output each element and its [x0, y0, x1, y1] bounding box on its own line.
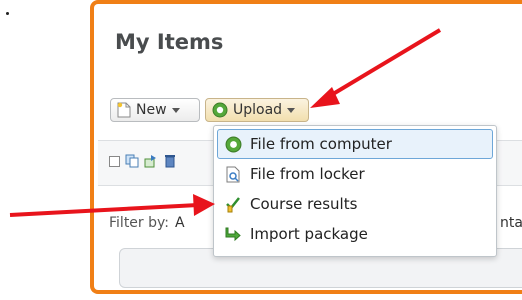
upload-button[interactable]: Upload	[205, 98, 309, 122]
page-title: My Items	[115, 30, 224, 54]
upload-button-label: Upload	[233, 102, 283, 118]
menu-item-file-from-computer[interactable]: File from computer	[217, 129, 493, 159]
partial-column-text: nta	[500, 215, 522, 231]
green-up-circle-icon	[224, 135, 242, 153]
move-icon[interactable]	[144, 154, 158, 168]
bulk-actions	[109, 154, 177, 168]
select-all-checkbox[interactable]	[109, 155, 120, 167]
menu-item-label: File from locker	[250, 165, 365, 183]
chevron-down-icon	[287, 108, 296, 113]
menu-item-label: File from computer	[250, 135, 392, 153]
filter-value[interactable]: A	[175, 215, 185, 231]
upload-dropdown-menu: File from computer File from locker Cour…	[213, 125, 497, 257]
menu-item-file-from-locker[interactable]: File from locker	[217, 159, 493, 189]
bullet-dot	[6, 12, 9, 15]
green-import-arrow-icon	[224, 225, 242, 243]
chevron-down-icon	[171, 108, 180, 113]
trash-icon[interactable]	[163, 154, 177, 168]
filter-bar: Filter by: A	[109, 215, 185, 231]
filter-label: Filter by:	[109, 215, 169, 231]
copy-icon[interactable]	[125, 154, 139, 168]
menu-item-label: Import package	[250, 225, 368, 243]
new-document-icon	[117, 102, 131, 118]
green-up-circle-icon	[212, 102, 228, 118]
new-button[interactable]: New	[110, 98, 200, 122]
new-button-label: New	[136, 102, 167, 118]
menu-item-import-package[interactable]: Import package	[217, 219, 493, 249]
locker-document-icon	[224, 165, 242, 183]
checklist-pencil-icon	[224, 195, 242, 213]
menu-item-label: Course results	[250, 195, 358, 213]
menu-item-course-results[interactable]: Course results	[217, 189, 493, 219]
